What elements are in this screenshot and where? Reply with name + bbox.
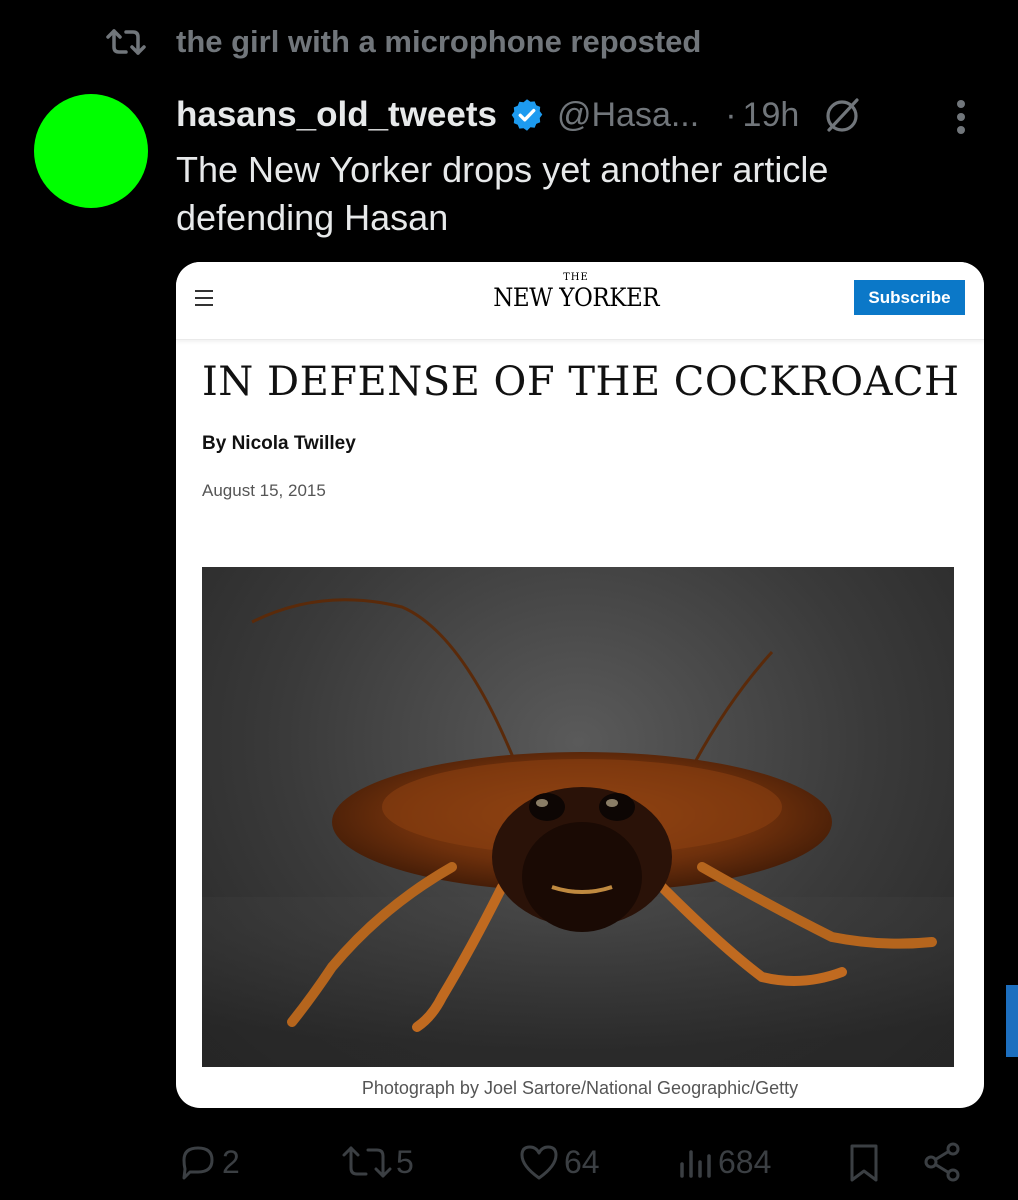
views-icon <box>680 1150 711 1178</box>
cockroach-illustration <box>202 598 954 1067</box>
photo-caption: Photograph by Joel Sartore/National Geog… <box>361 1078 799 1098</box>
avatar[interactable] <box>34 94 148 208</box>
views-button[interactable]: 684 <box>676 1138 771 1186</box>
tweet-actions: 2 5 64 684 <box>0 1138 1018 1186</box>
bookmark-icon <box>850 1144 878 1182</box>
tweet-time[interactable]: 19h <box>743 96 800 135</box>
menu-icon[interactable] <box>192 286 216 310</box>
views-count: 684 <box>718 1143 772 1180</box>
repost-icon <box>104 27 148 57</box>
repost-text: the girl with a microphone reposted <box>176 24 702 59</box>
logo-main: NEW YORKER <box>493 283 659 312</box>
repost-button[interactable]: 5 <box>340 1138 414 1186</box>
bookmark-button[interactable] <box>846 1138 882 1186</box>
separator-dot: · <box>725 95 737 134</box>
repost-action-icon <box>342 1146 392 1178</box>
article-photo <box>202 567 954 1067</box>
like-count: 64 <box>564 1143 600 1180</box>
share-button[interactable] <box>920 1138 964 1186</box>
site-header: THE NEW YORKER Subscribe <box>176 262 984 340</box>
tweet-text: The New Yorker drops yet another article… <box>176 149 829 238</box>
subscribe-button[interactable]: Subscribe <box>854 280 965 315</box>
article-card[interactable]: THE NEW YORKER Subscribe IN DEFENSE OF T… <box>176 262 984 1108</box>
share-icon <box>924 1142 960 1182</box>
repost-count: 5 <box>396 1143 414 1180</box>
article-date: August 15, 2015 <box>202 481 326 500</box>
article-title: IN DEFENSE OF THE COCKROACH <box>202 359 960 405</box>
like-button[interactable]: 64 <box>516 1138 600 1186</box>
tweet-header: hasans_old_tweets @Hasa... · 19h <box>176 90 865 140</box>
reply-icon <box>182 1146 214 1180</box>
grok-icon[interactable] <box>819 92 865 138</box>
user-handle[interactable]: @Hasa... <box>557 96 699 135</box>
scroll-indicator[interactable] <box>1006 985 1018 1057</box>
reply-button[interactable]: 2 <box>176 1138 240 1186</box>
heart-icon <box>520 1145 558 1180</box>
repost-indicator[interactable]: the girl with a microphone reposted <box>104 22 701 62</box>
verified-badge-icon <box>511 99 543 131</box>
site-logo[interactable]: THE NEW YORKER <box>476 272 676 312</box>
more-options-icon[interactable] <box>944 96 978 140</box>
article-byline: By Nicola Twilley <box>202 433 356 454</box>
display-name[interactable]: hasans_old_tweets <box>176 95 497 135</box>
reply-count: 2 <box>222 1143 240 1180</box>
